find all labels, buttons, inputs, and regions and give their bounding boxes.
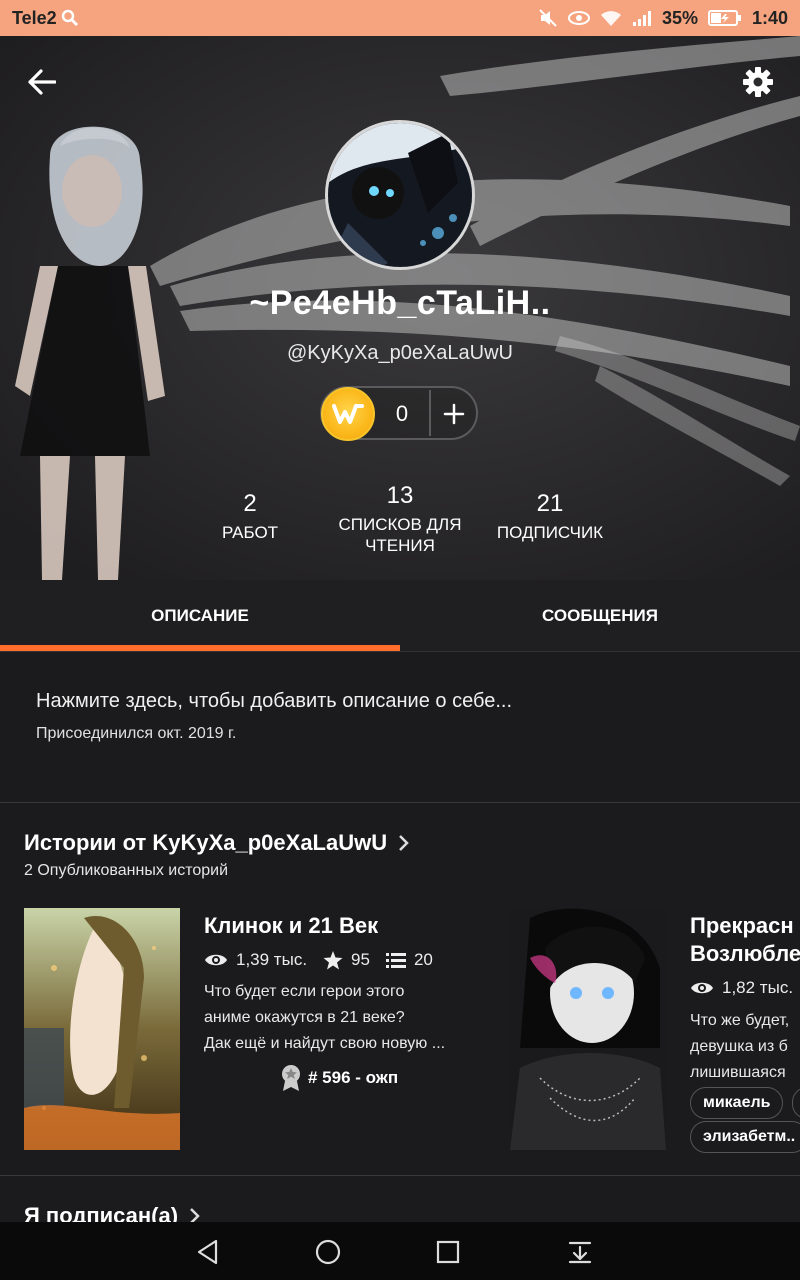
story-description-line: Дак ещё и найдут свою новую ... [204, 1035, 446, 1052]
stories-section-header[interactable]: Истории от KyKyXa_p0eXaLaUwU [24, 830, 409, 856]
nav-home-button[interactable] [306, 1230, 350, 1274]
stories-section-title: Истории от KyKyXa_p0eXaLaUwU [24, 830, 388, 855]
story-description-line: девушка из б [690, 1038, 788, 1055]
eye-icon [691, 982, 713, 994]
story-tag[interactable]: элизабетм.. [690, 1121, 800, 1153]
back-button[interactable] [20, 60, 64, 104]
list-icon [385, 953, 406, 968]
profile-header: ~Pe4eHb_cTaLiH.. @KyKyXa_p0eXaLaUwU 0 2 … [0, 36, 800, 580]
story-rank-label: # 596 - ожп [308, 1068, 399, 1087]
story-reads: 1,82 тыс. [722, 978, 794, 997]
system-navigation-bar [0, 1222, 800, 1280]
eye-comfort-icon [567, 10, 590, 26]
search-icon [61, 9, 79, 27]
display-name: ~Pe4eHb_cTaLiH.. [249, 284, 551, 322]
username: @KyKyXa_p0eXaLaUwU [287, 342, 513, 364]
signal-icon [632, 9, 652, 27]
story-reads: 1,39 тыс. [236, 950, 308, 969]
story-description-line: лишившаяся [690, 1064, 786, 1081]
story-title-line: Возлюбле [690, 941, 800, 966]
profile-avatar[interactable] [325, 120, 475, 270]
story-description-line: аниме окажутся в 21 веке? [204, 1009, 405, 1026]
stat-reading-lists-count: 13 [386, 482, 414, 509]
story-description: Что будет если герои этого аниме окажутс… [204, 979, 445, 1057]
story-cover[interactable] [24, 908, 180, 1150]
story-rank[interactable]: # 596 - ожп [280, 1064, 398, 1092]
nav-recents-button[interactable] [426, 1230, 470, 1274]
story-tag-partial[interactable] [792, 1087, 800, 1119]
tab-messages[interactable]: СООБЩЕНИЯ [400, 580, 800, 651]
stories-count: 2 Опубликованных историй [24, 862, 229, 879]
gear-icon [743, 67, 773, 97]
triangle-back-icon [197, 1239, 218, 1265]
story-description-line: Что же будет, [690, 1012, 790, 1029]
stat-followers-label: ПОДПИСЧИК [496, 523, 604, 542]
stat-reading-lists[interactable]: 13 СПИСКОВ ДЛЯ ЧТЕНИЯ [330, 482, 470, 556]
stat-followers-count: 21 [536, 490, 564, 517]
story-cover[interactable] [510, 908, 666, 1150]
arrow-left-icon [28, 69, 56, 95]
square-recents-icon [436, 1240, 460, 1264]
settings-button[interactable] [734, 58, 782, 106]
story-tag[interactable]: микаель [690, 1087, 784, 1119]
circle-home-icon [315, 1239, 341, 1265]
story-votes: 95 [351, 950, 370, 969]
mute-icon [538, 8, 558, 28]
chevron-right-icon [399, 835, 409, 851]
story-description: Что же будет, девушка из б лишившаяся [690, 1008, 789, 1086]
plus-icon [443, 403, 465, 425]
battery-icon [707, 9, 742, 27]
eye-icon [205, 954, 227, 966]
stat-works-label: РАБОТ [221, 523, 279, 542]
story-title[interactable]: Прекрасн Возлюбле [690, 912, 800, 968]
tab-about[interactable]: ОПИСАНИЕ [0, 580, 400, 651]
stat-works[interactable]: 2 РАБОТ [190, 490, 310, 543]
carrier-label: Tele2 [12, 7, 57, 28]
battery-percent: 35% [661, 7, 698, 28]
stat-followers[interactable]: 21 ПОДПИСЧИК [480, 490, 620, 543]
stat-works-count: 2 [243, 490, 257, 517]
joined-date: Присоединился окт. 2019 г. [36, 725, 237, 742]
clock: 1:40 [751, 7, 788, 28]
story-stats: 1,82 тыс. [690, 978, 793, 998]
coin-count: 0 [395, 401, 409, 426]
about-section[interactable]: Нажмите здесь, чтобы добавить описание о… [36, 690, 512, 743]
story-description-line: Что будет если герои этого [204, 983, 405, 1000]
status-bar: Tele2 35% 1:40 [0, 0, 800, 36]
wifi-icon [600, 9, 622, 27]
divider [0, 1175, 800, 1176]
story-title[interactable]: Клинок и 21 Век [204, 912, 378, 940]
divider [0, 802, 800, 803]
nav-back-button[interactable] [186, 1230, 230, 1274]
buy-coins-button[interactable] [431, 388, 477, 440]
pull-down-icon [568, 1241, 592, 1264]
story-parts: 20 [413, 950, 433, 969]
award-icon [282, 1065, 300, 1091]
story-title-line: Прекрасн [690, 913, 794, 938]
nav-notifications-button[interactable] [558, 1230, 602, 1274]
wattpad-coin-icon[interactable] [321, 387, 375, 441]
star-icon [323, 950, 343, 969]
add-description-prompt[interactable]: Нажмите здесь, чтобы добавить описание о… [36, 690, 512, 713]
stat-reading-lists-label: СПИСКОВ ДЛЯ ЧТЕНИЯ [338, 515, 462, 555]
profile-tabs: ОПИСАНИЕ СООБЩЕНИЯ [0, 580, 800, 652]
story-stats: 1,39 тыс. 95 20 [204, 950, 433, 970]
